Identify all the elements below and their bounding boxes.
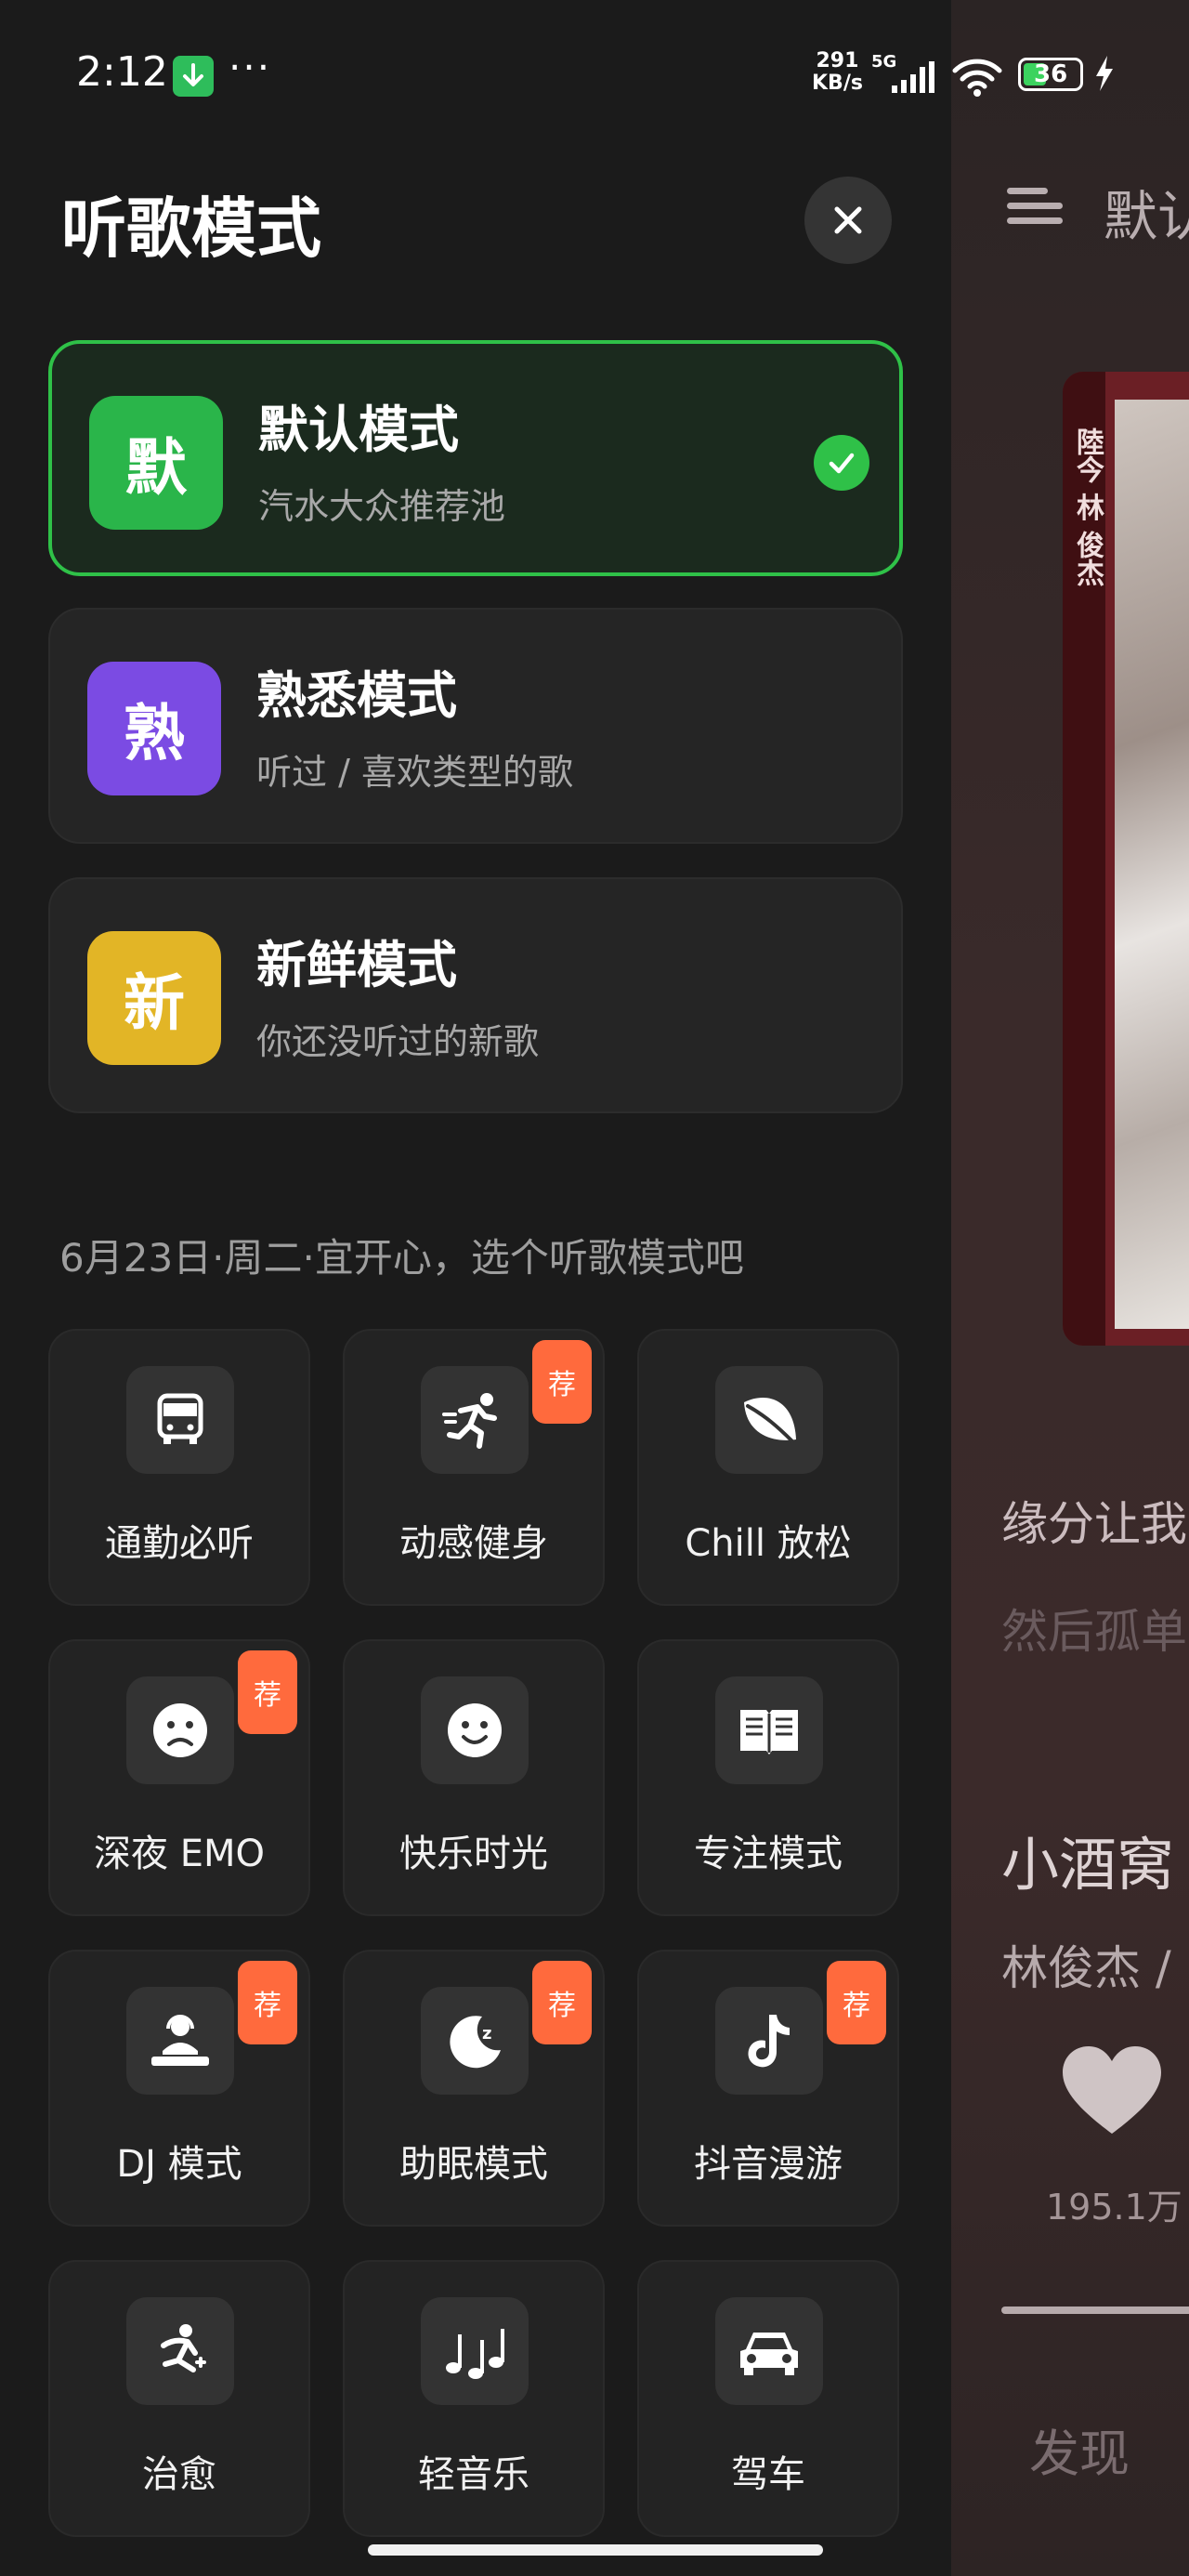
scene-label: 轻音乐 [418,2453,529,2496]
scene-label: 驾车 [731,2453,805,2496]
scene-tile-fitness[interactable]: 荐 动感健身 [343,1329,605,1606]
dj-icon [126,1987,234,2095]
scene-tile-emo[interactable]: 荐 深夜 EMO [48,1639,310,1916]
lyric-current: 缘分让我 [1001,1497,1187,1551]
car-icon [715,2297,823,2405]
mode-badge: 默 [89,396,223,530]
sad-face-icon [126,1676,234,1784]
scene-tile-sleep[interactable]: z 荐 助眠模式 [343,1950,605,2227]
album-photo [1115,400,1189,1329]
date-greeting: 6月23日·周二·宜开心，选个听歌模式吧 [59,1235,744,1281]
happy-face-icon [421,1676,529,1784]
page-title: 听歌模式 [61,191,321,267]
scene-label: 助眠模式 [399,2143,548,2186]
signal-icon: 5G [871,52,934,93]
music-notes-icon [421,2297,529,2405]
scene-label: 治愈 [142,2453,216,2496]
album-cover[interactable]: 陸今 林 俊杰 [1063,372,1189,1346]
scene-label: 通勤必听 [105,1522,254,1565]
like-count: 195.1万 [1046,2187,1182,2228]
status-time: 2:12 [76,48,168,96]
scene-tile-happy[interactable]: 快乐时光 [343,1639,605,1916]
recommend-tag: 荐 [532,1340,592,1424]
scene-tile-dj[interactable]: 荐 DJ 模式 [48,1950,310,2227]
status-bar: 2:12 ··· 291 KB/s 5G 36 [0,0,1189,149]
tab-discover[interactable]: 发现 [1029,2412,1130,2486]
battery-icon: 36 [1018,58,1083,91]
moon-sleep-icon: z [421,1987,529,2095]
song-title: 小酒窝 [1001,1831,1175,1899]
scene-label: 抖音漫游 [694,2143,843,2186]
menu-icon[interactable] [1007,184,1066,229]
recommend-tag: 荐 [827,1961,886,2044]
running-icon [421,1366,529,1474]
scene-tile-chill[interactable]: Chill 放松 [637,1329,899,1606]
scene-label: 深夜 EMO [94,1833,265,1875]
selected-check-icon [814,435,869,491]
svg-text:z: z [482,2024,491,2044]
mode-name: 新鲜模式 [256,936,457,994]
mode-description: 你还没听过的新歌 [256,1021,540,1062]
heart-icon[interactable] [1061,2044,1163,2137]
scene-tile-light-music[interactable]: 轻音乐 [343,2260,605,2537]
recommend-tag: 荐 [238,1650,297,1734]
leaf-icon [715,1366,823,1474]
album-spine-text: 陸今 林 俊杰 [1071,427,1104,586]
scene-label: 快乐时光 [399,1833,548,1875]
recommend-tag: 荐 [238,1961,297,2044]
more-notifications-icon: ··· [229,45,272,90]
battery-percent: 36 [1034,60,1068,88]
player-mode-title[interactable]: 默认 [1104,173,1189,251]
scene-label: 动感健身 [399,1522,548,1565]
mode-description: 汽水大众推荐池 [258,486,506,527]
scene-tile-driving[interactable]: 驾车 [637,2260,899,2537]
healing-icon [126,2297,234,2405]
network-speed-value: 291 [816,49,859,72]
scene-tile-commute[interactable]: 通勤必听 [48,1329,310,1606]
mode-name: 默认模式 [258,401,459,459]
lyric-next: 然后孤单 [1001,1605,1187,1659]
progress-bar[interactable] [1001,2307,1189,2314]
mode-card-default[interactable]: 默 默认模式 汽水大众推荐池 [48,340,903,576]
scene-tile-douyin[interactable]: 荐 抖音漫游 [637,1950,899,2227]
close-icon [834,206,862,234]
network-speed-unit: KB/s [812,72,863,95]
charging-icon [1096,56,1113,91]
close-button[interactable] [804,177,892,264]
listening-mode-drawer: 听歌模式 默 默认模式 汽水大众推荐池 熟 熟悉模式 听过 / 喜欢类型的歌 新… [0,0,951,2576]
bus-icon [126,1366,234,1474]
scene-label: Chill 放松 [685,1522,852,1565]
network-speed: 291 KB/s [812,50,863,95]
mode-badge: 新 [87,931,221,1065]
mode-card-familiar[interactable]: 熟 熟悉模式 听过 / 喜欢类型的歌 [48,608,903,844]
scene-label: DJ 模式 [116,2143,242,2186]
mode-name: 熟悉模式 [256,666,457,725]
tiktok-icon [715,1987,823,2095]
background-player-page: 默认 陸今 林 俊杰 缘分让我 然后孤单 小酒窝 林俊杰 / 195.1万 发现 [951,0,1189,2576]
scene-tile-healing[interactable]: 治愈 [48,2260,310,2537]
artist-name[interactable]: 林俊杰 / [1001,1931,1171,1998]
mode-card-fresh[interactable]: 新 新鲜模式 你还没听过的新歌 [48,877,903,1113]
scene-tile-focus[interactable]: 专注模式 [637,1639,899,1916]
book-icon [715,1676,823,1784]
download-icon [173,56,214,97]
home-indicator[interactable] [368,2544,823,2556]
mode-badge: 熟 [87,662,221,795]
wifi-icon [952,59,1002,97]
recommend-tag: 荐 [532,1961,592,2044]
svg-text:5G: 5G [871,52,896,72]
mode-description: 听过 / 喜欢类型的歌 [256,752,573,793]
scene-label: 专注模式 [694,1833,843,1875]
